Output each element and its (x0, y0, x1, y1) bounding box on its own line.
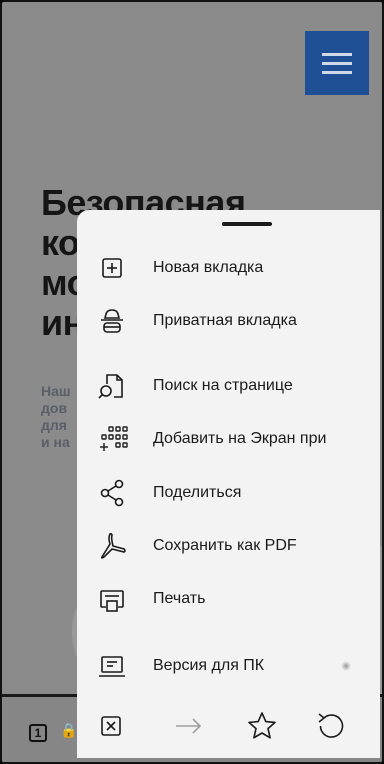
forward-arrow-icon[interactable] (168, 706, 208, 746)
menu-item-desktop-version[interactable]: Версия для ПК (77, 644, 380, 688)
find-in-page-icon (96, 370, 128, 402)
print-icon (96, 583, 128, 615)
menu-item-label: Приватная вкладка (153, 312, 297, 329)
menu-item-find-in-page[interactable]: Поиск на странице (77, 364, 380, 408)
sheet-grabber-handle[interactable] (222, 222, 272, 226)
menu-action-bar (77, 696, 380, 758)
menu-item-label: Версия для ПК (153, 657, 265, 674)
menu-item-new-tab[interactable]: Новая вкладка (77, 246, 380, 290)
text-fade (356, 417, 380, 461)
incognito-icon (96, 305, 128, 337)
pdf-icon (96, 530, 128, 562)
menu-item-label: Поделиться (153, 484, 242, 501)
menu-item-label: Поиск на странице (153, 377, 293, 394)
reload-icon[interactable] (311, 706, 351, 746)
browser-menu-sheet: Новая вкладка Приватная вкладка Поиск на… (77, 210, 380, 758)
menu-item-private-tab[interactable]: Приватная вкладка (77, 299, 380, 343)
menu-item-label: Печать (153, 590, 206, 607)
add-to-homescreen-icon (96, 423, 128, 455)
toggle-indicator (341, 661, 351, 671)
menu-item-label: Добавить на Экран при (153, 430, 327, 447)
plus-square-icon (96, 252, 128, 284)
menu-item-print[interactable]: Печать (77, 577, 380, 621)
menu-item-add-to-homescreen[interactable]: Добавить на Экран при (77, 417, 380, 461)
menu-item-save-pdf[interactable]: Сохранить как PDF (77, 524, 380, 568)
lock-icon: 🔒 (60, 722, 78, 738)
screen: Безопасная ко мо ин Наш дов для и на 1 🔒… (0, 0, 384, 764)
menu-item-label: Сохранить как PDF (153, 537, 297, 554)
hamburger-menu-icon[interactable] (305, 31, 369, 95)
close-tab-icon[interactable] (91, 706, 131, 746)
tab-count-button[interactable]: 1 (29, 724, 47, 742)
share-icon (96, 477, 128, 509)
menu-item-share[interactable]: Поделиться (77, 471, 380, 515)
menu-item-label: Новая вкладка (153, 259, 264, 276)
bookmark-star-icon[interactable] (242, 706, 282, 746)
desktop-icon (96, 650, 128, 682)
